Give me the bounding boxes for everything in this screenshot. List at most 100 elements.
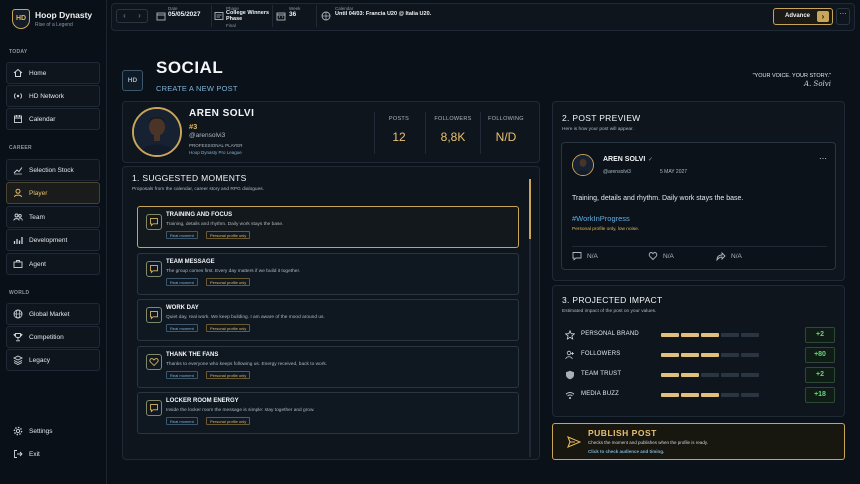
briefcase-icon [13, 260, 23, 268]
impact-bar-segment [721, 393, 739, 397]
sidebar-item-development[interactable]: Development [6, 229, 100, 251]
more-options-button[interactable]: ⋯ [836, 8, 850, 25]
sidebar-item-settings[interactable]: Settings [6, 420, 100, 442]
sidebar-item-legacy[interactable]: Legacy [6, 349, 100, 371]
section-subtitle: Here is how your post will appear. [562, 127, 634, 132]
post-text: Training, details and rhythm. Daily work… [572, 195, 744, 202]
player-league: Hoop Dynasty Pro League [189, 150, 242, 155]
moment-description: Quiet day, real work. We keep building. … [166, 315, 325, 320]
calendar-icon [14, 115, 22, 123]
phase-icon [214, 12, 224, 20]
tag-real-moment: Real moment [166, 371, 198, 379]
scrollbar-thumb[interactable] [529, 179, 531, 239]
player-portrait [573, 155, 593, 175]
moment-card[interactable]: WORK DAY Quiet day, real work. We keep b… [137, 299, 519, 341]
impact-bar-segment [701, 393, 719, 397]
impact-bar-segment [741, 393, 759, 397]
tag-real-moment: Real moment [166, 231, 198, 239]
chat-icon [146, 214, 162, 230]
projected-impact-panel: 3. PROJECTED IMPACT Estimated impact of … [552, 285, 845, 417]
sidebar: HD Hoop Dynasty Rise of a Legend TODAY H… [0, 0, 107, 484]
user-icon [14, 188, 22, 198]
impact-level-bar [661, 353, 759, 357]
post-card: AREN SOLVI ✓ @arensolvi3 5 MAY 2027 ⋯ Tr… [561, 142, 836, 270]
back-arrow-icon[interactable]: ‹ [117, 10, 132, 22]
moment-card[interactable]: LOCKER ROOM ENERGY Inside the locker roo… [137, 392, 519, 434]
sidebar-item-agent[interactable]: Agent [6, 253, 100, 275]
sidebar-item-hd-network[interactable]: HD Network [6, 85, 100, 107]
scrollbar[interactable] [529, 179, 531, 457]
globe-icon [321, 11, 331, 21]
stat-followers: FOLLOWERS 8,8K [425, 116, 481, 144]
divider [272, 5, 273, 27]
broadcast-icon [14, 93, 22, 99]
exit-icon [14, 450, 23, 458]
moment-card[interactable]: TRAINING AND FOCUS Training, details and… [137, 206, 519, 248]
moment-title: THANK THE FANS [166, 352, 219, 358]
impact-bar-segment [701, 353, 719, 357]
impact-value: +2 [805, 367, 835, 383]
impact-level-bar [661, 373, 759, 377]
more-options-icon[interactable]: ⋯ [819, 154, 827, 163]
moment-description: Thanks to everyone who keeps following u… [166, 362, 328, 367]
impact-bar-segment [741, 373, 759, 377]
sidebar-item-calendar[interactable]: Calendar [6, 108, 100, 130]
share-icon [716, 251, 726, 261]
shares-value: N/A [731, 252, 742, 260]
player-name: AREN SOLVI [189, 108, 255, 119]
sidebar-item-label: Settings [29, 427, 53, 435]
stat-value: N/D [495, 130, 517, 144]
comments-count[interactable]: N/A [572, 251, 598, 261]
trend-icon [13, 167, 23, 175]
brand[interactable]: HD Hoop Dynasty Rise of a Legend [12, 8, 104, 30]
tag-personal-profile: Personal profile only [206, 278, 251, 286]
impact-bar-segment [681, 393, 699, 397]
sidebar-item-home[interactable]: Home [6, 62, 100, 84]
avatar [132, 107, 182, 157]
week-icon [276, 12, 286, 21]
team-icon [13, 213, 23, 221]
brand-name: Hoop Dynasty [35, 10, 93, 20]
star-icon [565, 330, 575, 340]
moment-card[interactable]: THANK THE FANS Thanks to everyone who ke… [137, 346, 519, 388]
advance-label: Advance [785, 13, 811, 19]
player-number: #3 [189, 122, 198, 131]
impact-bar-segment [681, 353, 699, 357]
heart-icon [146, 354, 162, 370]
moment-title: WORK DAY [166, 305, 199, 311]
chevron-right-icon: › [817, 11, 829, 22]
likes-count[interactable]: N/A [648, 251, 674, 261]
advance-button[interactable]: Advance › [773, 8, 833, 25]
sidebar-item-label: Global Market [29, 310, 70, 318]
impact-value: +80 [805, 347, 835, 363]
tag-real-moment: Real moment [166, 417, 198, 425]
stat-label: FOLLOWING [488, 116, 524, 122]
sidebar-item-exit[interactable]: Exit [6, 443, 100, 465]
post-date: 5 MAY 2027 [660, 169, 688, 175]
sidebar-item-global-market[interactable]: Global Market [6, 303, 100, 325]
publish-post-button[interactable]: PUBLISH POST Checks the moment and publi… [552, 423, 845, 460]
followers-icon [565, 350, 574, 360]
tag-personal-profile: Personal profile only [206, 231, 251, 239]
history-nav[interactable]: ‹ › [116, 9, 148, 23]
impact-bar-segment [661, 333, 679, 337]
sidebar-item-competition[interactable]: Competition [6, 326, 100, 348]
divider [211, 5, 212, 27]
avatar [572, 154, 594, 176]
sidebar-item-selection-stock[interactable]: Selection Stock [6, 159, 100, 181]
impact-label: MEDIA BUZZ [581, 391, 620, 397]
sidebar-item-player[interactable]: Player [6, 182, 100, 204]
forward-arrow-icon[interactable]: › [132, 10, 147, 22]
shares-count[interactable]: N/A [716, 251, 742, 261]
post-hashtag[interactable]: #WorkInProgress [572, 214, 630, 223]
stat-label: POSTS [388, 116, 410, 122]
sidebar-item-team[interactable]: Team [6, 206, 100, 228]
divider [316, 5, 317, 27]
impact-bar-segment [681, 373, 699, 377]
player-portrait [134, 109, 180, 155]
impact-row-media-buzz: MEDIA BUZZ +18 [565, 387, 835, 403]
impact-level-bar [661, 333, 759, 337]
moment-card[interactable]: TEAM MESSAGE The group comes first. Ever… [137, 253, 519, 295]
shield-icon [566, 370, 574, 380]
moment-description: Inside the locker room the message is si… [166, 408, 315, 413]
